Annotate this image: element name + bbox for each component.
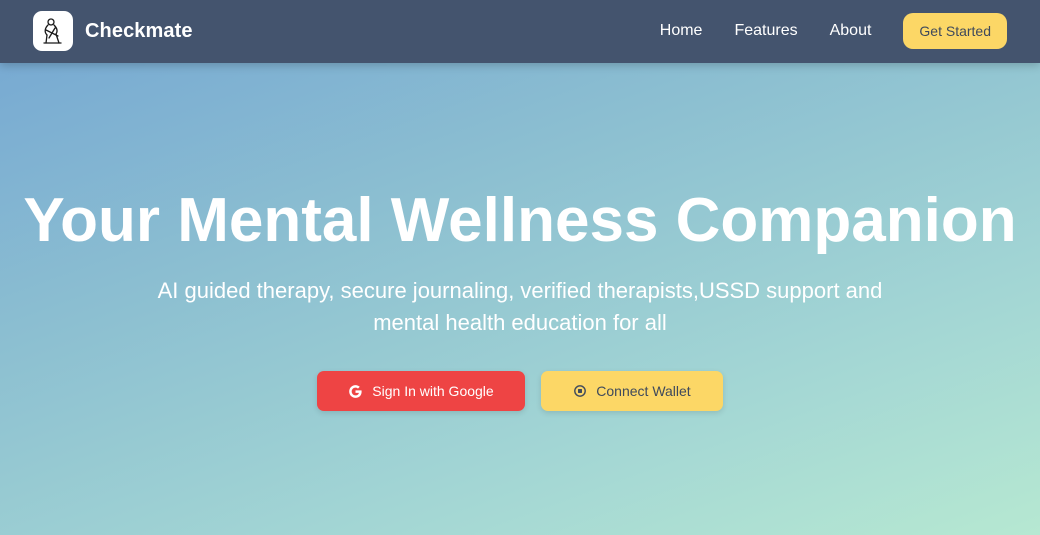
navbar: Checkmate Home Features About Get Starte…: [0, 0, 1040, 63]
nav-link-features[interactable]: Features: [734, 22, 797, 40]
person-logo-icon: [33, 11, 73, 51]
nav-link-about[interactable]: About: [830, 22, 872, 40]
sign-in-google-label: Sign In with Google: [372, 383, 494, 399]
connect-wallet-button[interactable]: Connect Wallet: [541, 371, 723, 411]
nav-link-home[interactable]: Home: [660, 22, 703, 40]
get-started-button[interactable]: Get Started: [903, 13, 1007, 49]
nav-links: Home Features About Get Started: [660, 13, 1007, 49]
hero-actions: Sign In with Google Connect Wallet: [0, 371, 1040, 411]
hero-subtitle: AI guided therapy, secure journaling, ve…: [157, 278, 883, 335]
connect-wallet-label: Connect Wallet: [596, 383, 691, 399]
hero-section: Your Mental Wellness Companion AI guided…: [0, 63, 1040, 535]
hero-title: Your Mental Wellness Companion: [23, 186, 1017, 255]
wallet-icon: [573, 384, 587, 398]
sign-in-google-button[interactable]: Sign In with Google: [317, 371, 525, 411]
brand-link[interactable]: Checkmate: [33, 11, 193, 51]
brand-name: Checkmate: [85, 19, 193, 42]
google-icon: [348, 384, 363, 399]
